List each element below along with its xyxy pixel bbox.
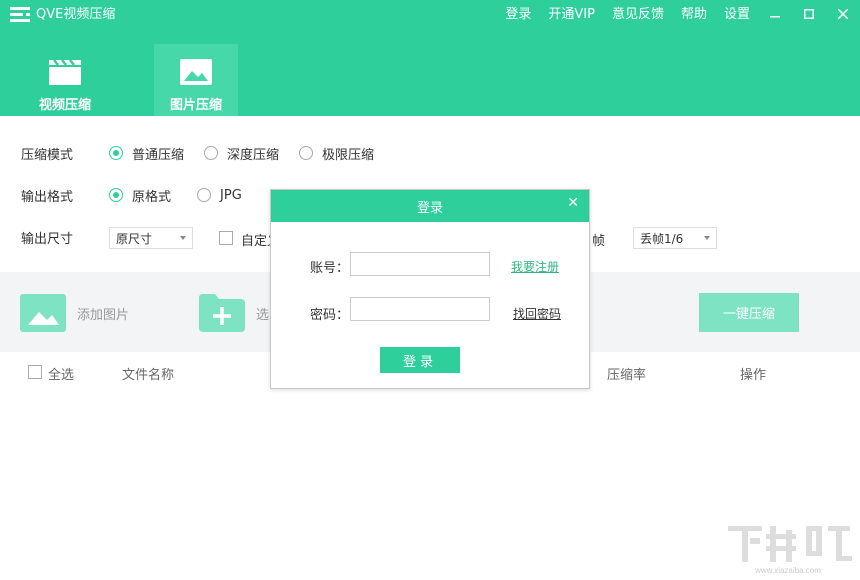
radio-text: 原格式 [132, 186, 171, 205]
compress-mode-row: 压缩模式 普通压缩 深度压缩 极限压缩 [21, 142, 394, 164]
account-label: 账号： [310, 257, 349, 276]
register-link[interactable]: 我要注册 [511, 258, 559, 275]
frame-select-value: 丢帧1/6 [640, 230, 683, 247]
site-watermark-logo: www.xiazaiba.com [724, 520, 854, 576]
frame-select[interactable]: 丢帧1/6 [633, 227, 717, 249]
radio-extreme[interactable]: 极限压缩 [299, 144, 374, 163]
radio-text: 普通压缩 [132, 144, 184, 163]
menu-settings[interactable]: 设置 [724, 6, 750, 24]
add-image-icon[interactable] [20, 294, 66, 332]
minimize-button[interactable] [758, 0, 792, 28]
login-dialog: 登录 ✕ 账号： 我要注册 密码： 找回密码 登录 [270, 189, 590, 389]
column-ratio: 压缩率 [607, 364, 646, 383]
output-size-label: 输出尺寸 [21, 228, 109, 247]
chevron-down-icon [180, 236, 186, 240]
dialog-close-button[interactable]: ✕ [567, 195, 579, 211]
close-icon: ✕ [567, 195, 579, 211]
app-header: QVE视频压缩 登录 开通VIP 意见反馈 帮助 设置 视频压缩 图片压缩 [0, 0, 860, 116]
chevron-down-icon [704, 236, 710, 240]
clapperboard-icon [48, 58, 82, 86]
radio-dot [109, 188, 123, 202]
folder-add-icon[interactable] [199, 294, 245, 332]
password-input[interactable] [350, 297, 490, 321]
image-icon [179, 58, 213, 86]
maximize-icon [804, 9, 814, 19]
window-controls [758, 0, 860, 28]
radio-original-format[interactable]: 原格式 [109, 186, 171, 205]
tab-label: 视频压缩 [39, 94, 91, 113]
column-file-name: 文件名称 [122, 364, 174, 383]
login-submit-button[interactable]: 登录 [380, 347, 460, 373]
recover-password-link[interactable]: 找回密码 [513, 305, 561, 322]
dialog-header: 登录 [271, 190, 589, 222]
radio-text: JPG [220, 188, 242, 203]
output-format-label: 输出格式 [21, 186, 109, 205]
column-operation: 操作 [740, 364, 766, 383]
output-format-row: 输出格式 原格式 JPG [21, 184, 262, 206]
tab-image-compress[interactable]: 图片压缩 [154, 44, 238, 116]
menu-lines-icon [10, 7, 30, 23]
radio-jpg[interactable]: JPG [197, 188, 242, 203]
radio-dot [299, 146, 313, 160]
radio-deep[interactable]: 深度压缩 [204, 144, 279, 163]
output-size-row: 输出尺寸 [21, 226, 109, 248]
maximize-button[interactable] [792, 0, 826, 28]
account-input[interactable] [350, 252, 490, 276]
password-label: 密码： [310, 304, 349, 323]
frame-label: 帧 [592, 230, 605, 249]
radio-dot [197, 188, 211, 202]
tab-label: 图片压缩 [170, 94, 222, 113]
custom-size-checkbox[interactable] [219, 231, 233, 245]
close-icon [838, 9, 848, 19]
menu-vip[interactable]: 开通VIP [548, 6, 595, 24]
select-folder-button[interactable]: 选 [256, 304, 269, 323]
compress-all-button[interactable]: 一键压缩 [699, 293, 799, 332]
app-title: QVE视频压缩 [36, 6, 115, 24]
radio-dot [204, 146, 218, 160]
size-select-value: 原尺寸 [116, 230, 152, 247]
radio-normal[interactable]: 普通压缩 [109, 144, 184, 163]
radio-text: 极限压缩 [322, 144, 374, 163]
select-all-checkbox[interactable] [28, 365, 42, 379]
menu-help[interactable]: 帮助 [681, 6, 707, 24]
size-select[interactable]: 原尺寸 [109, 227, 193, 249]
radio-text: 深度压缩 [227, 144, 279, 163]
watermark-site: www.xiazaiba.com [754, 566, 821, 575]
menu-login[interactable]: 登录 [505, 6, 531, 24]
menu-feedback[interactable]: 意见反馈 [612, 6, 664, 24]
close-button[interactable] [826, 0, 860, 28]
add-image-button[interactable]: 添加图片 [77, 304, 129, 323]
top-menu: 登录 开通VIP 意见反馈 帮助 设置 [488, 6, 750, 24]
compress-mode-label: 压缩模式 [21, 144, 109, 163]
select-all-label: 全选 [48, 364, 74, 383]
dialog-title: 登录 [417, 197, 443, 216]
tab-video-compress[interactable]: 视频压缩 [23, 44, 107, 116]
minimize-icon [770, 9, 780, 19]
radio-dot [109, 146, 123, 160]
